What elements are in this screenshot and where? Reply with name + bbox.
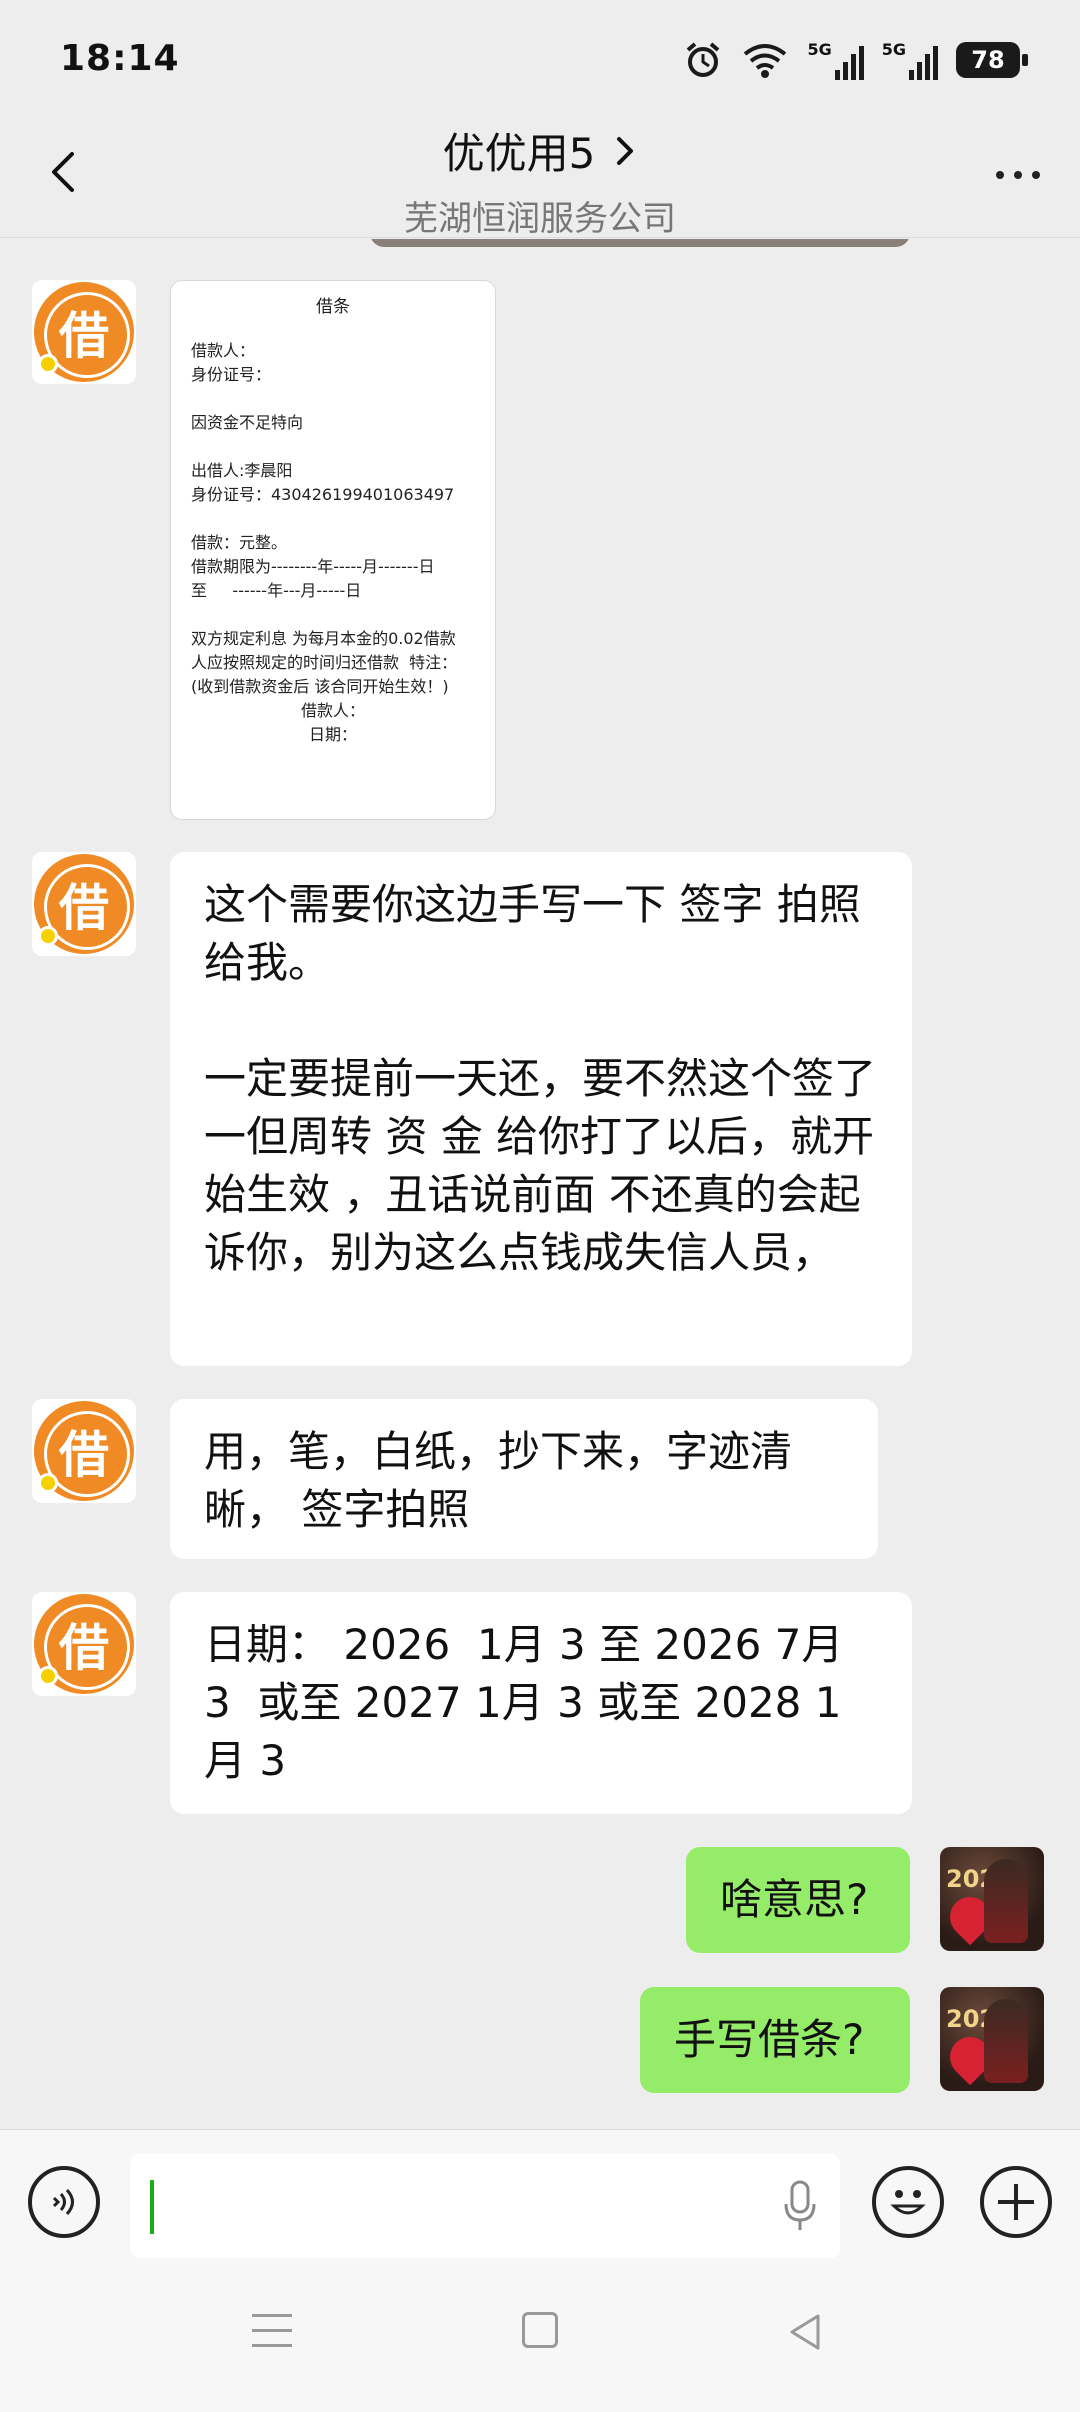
status-bar: 18:14 5G 5G 78 bbox=[0, 0, 1080, 120]
iou-line: (收到借款资金后 该合同开始生效！) bbox=[191, 677, 449, 696]
iou-line: 借款：元整。 bbox=[191, 533, 288, 552]
iou-line: 因资金不足特向 bbox=[191, 413, 304, 432]
voice-icon[interactable] bbox=[28, 2166, 100, 2238]
chevron-right-icon bbox=[617, 136, 634, 165]
signal-label: 5G bbox=[881, 40, 906, 59]
iou-line: 借款人： bbox=[191, 341, 256, 360]
message-input[interactable] bbox=[130, 2154, 840, 2258]
signal-label: 5G bbox=[807, 40, 832, 59]
chat-title[interactable]: 优优用5 bbox=[443, 120, 638, 181]
message-list[interactable]: 借 借条 借款人： 身份证号： 因资金不足特向 出借人:李晨阳 身份证号：430… bbox=[0, 239, 1080, 2129]
input-bar bbox=[0, 2129, 1080, 2274]
message-bubble-self[interactable]: 手写借条? bbox=[640, 1987, 910, 2093]
contact-avatar[interactable]: 借 bbox=[32, 852, 136, 956]
plus-icon[interactable] bbox=[980, 2166, 1052, 2238]
signal-icon: 5G bbox=[882, 40, 938, 80]
iou-line: 身份证号：430426199401063497 bbox=[191, 485, 455, 504]
system-nav-bar bbox=[0, 2274, 1080, 2412]
status-icons: 5G 5G 78 bbox=[683, 38, 1028, 82]
home-icon[interactable] bbox=[522, 2312, 558, 2348]
message-bubble-self[interactable]: 啥意思? bbox=[686, 1847, 910, 1953]
emoji-icon[interactable] bbox=[872, 2166, 944, 2238]
status-time: 18:14 bbox=[60, 38, 180, 79]
wifi-icon bbox=[744, 44, 787, 78]
mic-icon[interactable] bbox=[780, 2178, 820, 2234]
more-icon[interactable] bbox=[988, 160, 1048, 190]
iou-image-message[interactable]: 借条 借款人： 身份证号： 因资金不足特向 出借人:李晨阳 身份证号：43042… bbox=[170, 280, 496, 820]
message-bubble[interactable]: 这个需要你这边手写一下 签字 拍照给我。 一定要提前一天还，要不然这个签了 一但… bbox=[170, 852, 912, 1366]
text-caret bbox=[150, 2180, 154, 2234]
battery-level: 78 bbox=[971, 46, 1005, 74]
signal-icon: 5G bbox=[807, 40, 864, 80]
contact-avatar[interactable]: 借 bbox=[32, 280, 136, 384]
title-block[interactable]: 优优用5 芜湖恒润服务公司 bbox=[0, 120, 1080, 240]
contact-avatar[interactable]: 借 bbox=[32, 1399, 136, 1503]
chat-header: 优优用5 芜湖恒润服务公司 bbox=[0, 120, 1080, 240]
alarm-icon bbox=[687, 42, 720, 77]
iou-line: 身份证号： bbox=[191, 365, 272, 384]
message-bubble[interactable]: 用，笔，白纸，抄下来，字迹清晰， 签字拍照 bbox=[170, 1399, 878, 1559]
message-bubble[interactable]: 日期： 2026 1月 3 至 2026 7月 3 或至 2027 1月 3 或… bbox=[170, 1592, 912, 1814]
iou-line: 至 ------年---月-----日 bbox=[191, 581, 362, 600]
chat-title-text: 优优用5 bbox=[442, 129, 596, 178]
user-avatar[interactable]: 2025 bbox=[940, 1987, 1044, 2091]
previous-image-message[interactable] bbox=[370, 239, 910, 247]
user-avatar[interactable]: 2025 bbox=[940, 1847, 1044, 1951]
nav-back-icon[interactable] bbox=[786, 2312, 826, 2352]
iou-line: 借款期限为--------年-----月-------日 bbox=[191, 557, 435, 576]
iou-line: 人应按照规定的时间归还借款 特注： bbox=[191, 653, 458, 672]
iou-footer-line: 日期： bbox=[308, 725, 357, 744]
iou-footer-line: 借款人： bbox=[300, 701, 365, 720]
chat-subtitle: 芜湖恒润服务公司 bbox=[404, 199, 676, 239]
iou-line: 出借人:李晨阳 bbox=[191, 461, 293, 480]
contact-avatar[interactable]: 借 bbox=[32, 1592, 136, 1696]
iou-title: 借条 bbox=[316, 297, 350, 317]
menu-icon[interactable] bbox=[252, 2314, 292, 2348]
iou-line: 双方规定利息 为每月本金的0.02借款 bbox=[191, 629, 456, 648]
battery-icon: 78 bbox=[956, 42, 1028, 78]
